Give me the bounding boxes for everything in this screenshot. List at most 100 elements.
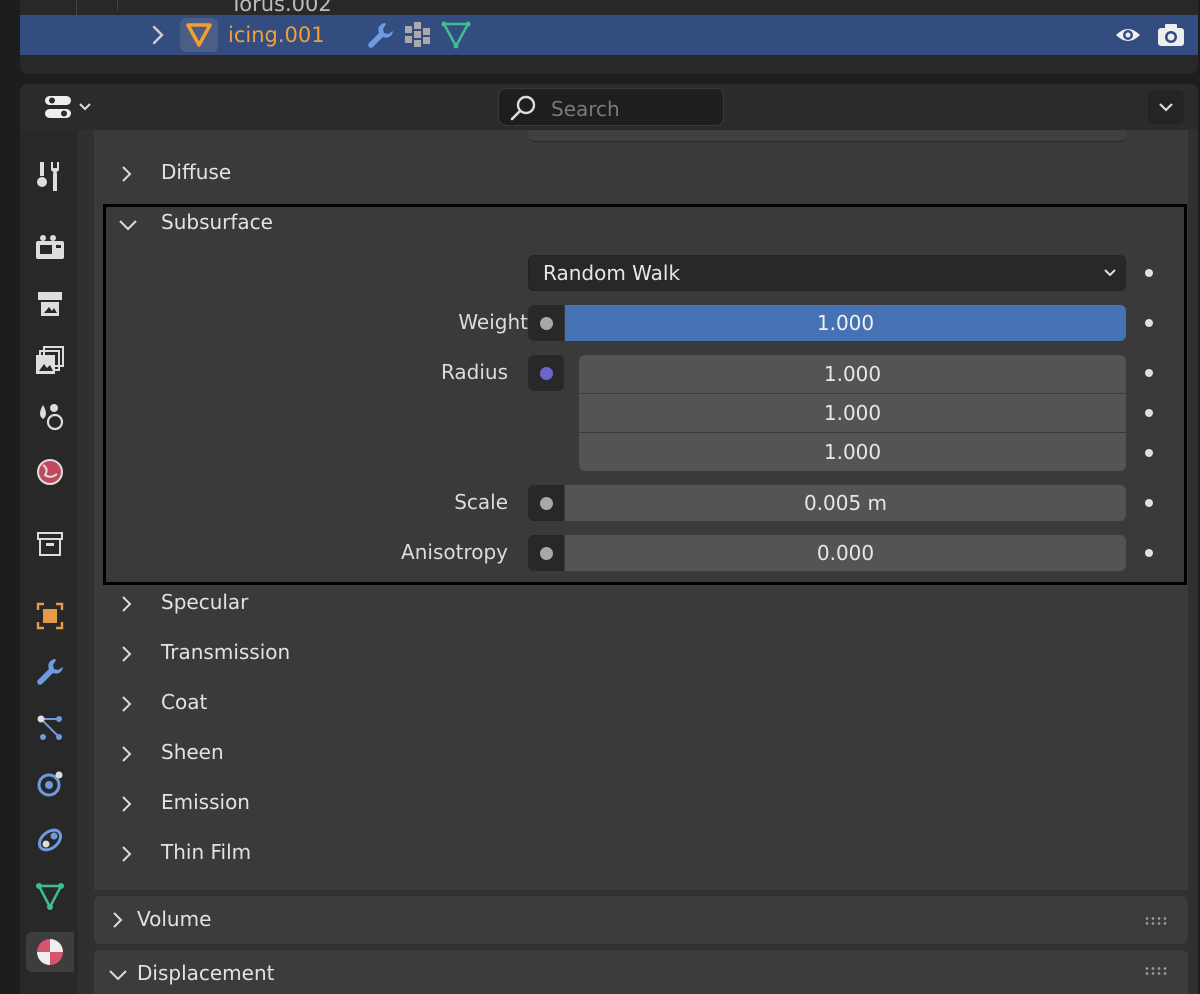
animate-property-dot[interactable]: [1145, 269, 1153, 277]
radius-x-field[interactable]: 1.000: [579, 355, 1126, 393]
properties-editor-icon: [45, 96, 71, 118]
subsurface-method-dropdown[interactable]: Random Walk: [528, 255, 1126, 291]
socket-dot: [539, 496, 553, 510]
section-label: Transmission: [161, 640, 291, 664]
drag-handle-icon[interactable]: [1144, 966, 1168, 976]
chevron-down-icon[interactable]: [118, 216, 140, 236]
animate-property-dot[interactable]: [1145, 409, 1153, 417]
chevron-right-icon[interactable]: [120, 644, 134, 664]
scale-field[interactable]: 0.005 m: [565, 485, 1126, 521]
drag-handle-icon[interactable]: [1144, 916, 1168, 926]
mesh-data-icon[interactable]: [441, 20, 471, 50]
radius-socket-button[interactable]: [528, 355, 564, 391]
search-field[interactable]: Search: [498, 88, 724, 126]
chevron-right-icon[interactable]: [112, 910, 124, 930]
section-label: Emission: [161, 790, 250, 814]
panel-volume[interactable]: Volume: [94, 896, 1188, 944]
animate-property-dot[interactable]: [1145, 499, 1153, 507]
animate-property-dot[interactable]: [1145, 549, 1153, 557]
section-transmission[interactable]: Transmission: [94, 632, 1188, 676]
section-coat[interactable]: Coat: [94, 682, 1188, 726]
section-label: Diffuse: [161, 160, 232, 184]
section-label: Thin Film: [161, 840, 252, 864]
outliner-row-previous[interactable]: Torus.002: [20, 0, 1198, 16]
animate-property-dot[interactable]: [1145, 449, 1153, 457]
constraints-icon: [37, 828, 63, 852]
section-emission[interactable]: Emission: [94, 782, 1188, 826]
properties-tabs: [20, 130, 78, 994]
section-diffuse[interactable]: Diffuse: [94, 152, 1188, 196]
physics-icon: [37, 771, 63, 797]
chevron-right-icon[interactable]: [120, 594, 134, 614]
section-specular[interactable]: Specular: [94, 582, 1188, 626]
tab-output[interactable]: [30, 284, 70, 324]
data-icon: [36, 883, 64, 910]
search-placeholder: Search: [551, 97, 620, 121]
object-icon: [36, 602, 64, 630]
particles-icon: [37, 715, 62, 740]
chevron-down-icon: [79, 103, 91, 111]
anisotropy-label: Anisotropy: [401, 540, 508, 564]
section-label: Sheen: [161, 740, 224, 764]
chevron-right-icon[interactable]: [120, 694, 134, 714]
tab-tool[interactable]: [30, 156, 70, 196]
weight-label: Weight: [458, 310, 528, 334]
chevron-down-icon[interactable]: [108, 968, 128, 982]
radius-z-field[interactable]: 1.000: [579, 433, 1126, 471]
tab-collection[interactable]: [30, 524, 70, 564]
outliner-item-label: Torus.002: [230, 0, 332, 16]
chevron-down-icon: [1159, 103, 1173, 112]
dropdown-value: Random Walk: [543, 261, 681, 285]
tab-data[interactable]: [30, 876, 70, 916]
modifier-icon: [37, 659, 63, 685]
weight-socket-button[interactable]: [528, 305, 564, 341]
field-partial: [528, 130, 1126, 142]
section-label: Coat: [161, 690, 208, 714]
section-sheen[interactable]: Sheen: [94, 732, 1188, 776]
tab-physics[interactable]: [30, 764, 70, 804]
eye-icon[interactable]: [1114, 21, 1142, 49]
radius-y-field[interactable]: 1.000: [579, 394, 1126, 432]
chevron-right-icon[interactable]: [148, 24, 168, 46]
outliner-row-selected[interactable]: icing.001: [20, 15, 1198, 55]
panel-displacement[interactable]: Displacement: [94, 950, 1188, 994]
socket-dot: [539, 316, 553, 330]
scale-label: Scale: [454, 490, 508, 514]
animate-property-dot[interactable]: [1145, 369, 1153, 377]
tab-constraints[interactable]: [30, 820, 70, 860]
chevron-right-icon[interactable]: [120, 844, 134, 864]
tab-render[interactable]: [30, 228, 70, 268]
scale-socket-button[interactable]: [528, 485, 564, 521]
camera-icon[interactable]: [1156, 21, 1186, 49]
panel-label: Volume: [137, 907, 212, 931]
tab-scene[interactable]: [30, 396, 70, 436]
tab-view-layer[interactable]: [30, 340, 70, 380]
tab-object[interactable]: [30, 596, 70, 636]
tab-world[interactable]: [30, 452, 70, 492]
section-subsurface[interactable]: Subsurface: [94, 202, 1188, 246]
chevron-right-icon[interactable]: [120, 744, 134, 764]
panel-label: Displacement: [137, 961, 275, 985]
chevron-right-icon[interactable]: [120, 794, 134, 814]
editor-type-button[interactable]: [38, 90, 98, 124]
scene-icon: [40, 404, 64, 431]
outliner-item-label[interactable]: icing.001: [228, 23, 325, 47]
tab-modifiers[interactable]: [30, 652, 70, 692]
anisotropy-socket-button[interactable]: [528, 535, 564, 571]
anisotropy-field[interactable]: 0.000: [565, 535, 1126, 571]
chevron-right-icon[interactable]: [120, 164, 134, 184]
weight-slider[interactable]: 1.000: [565, 305, 1126, 341]
output-icon: [38, 292, 62, 316]
wrench-icon[interactable]: [365, 20, 395, 50]
world-icon: [37, 459, 63, 485]
tab-material[interactable]: [26, 932, 74, 972]
particles-grid-icon[interactable]: [403, 20, 433, 50]
outliner: Torus.002 icing.001: [20, 0, 1198, 74]
section-thin-film[interactable]: Thin Film: [94, 832, 1188, 876]
socket-dot: [539, 366, 553, 380]
section-label: Specular: [161, 590, 249, 614]
options-dropdown-button[interactable]: [1148, 90, 1184, 124]
tab-particles[interactable]: [30, 708, 70, 748]
animate-property-dot[interactable]: [1145, 319, 1153, 327]
chevron-down-icon: [1104, 269, 1116, 277]
